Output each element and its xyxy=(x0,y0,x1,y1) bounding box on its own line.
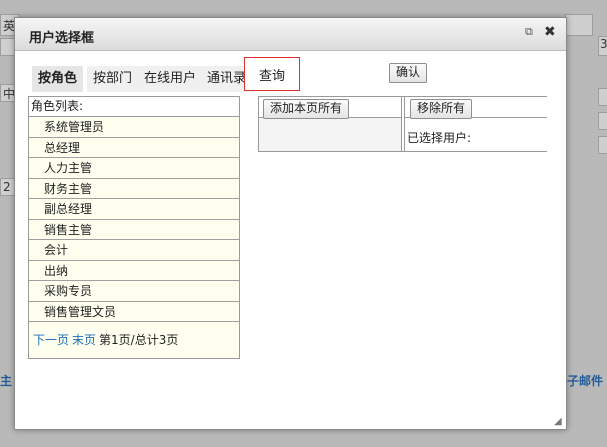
bg-link: 主 xyxy=(0,374,13,388)
tab-by-role[interactable]: 按角色 xyxy=(32,66,84,92)
next-page-link[interactable]: 下一页 xyxy=(33,333,69,347)
role-item[interactable]: 财务主管 xyxy=(29,179,239,199)
tab-query[interactable]: 查询 xyxy=(244,57,301,91)
bg-field xyxy=(598,88,607,106)
selected-users-label: 已选择用户: xyxy=(407,131,472,145)
last-page-link[interactable]: 末页 xyxy=(72,333,96,347)
bg-label: 2 xyxy=(3,180,11,194)
page-info: 第1页/总计3页 xyxy=(99,333,179,347)
role-item[interactable]: 总经理 xyxy=(29,138,239,158)
role-list-panel: 角色列表: 系统管理员 总经理 人力主管 财务主管 副总经理 销售主管 会计 出… xyxy=(28,96,240,359)
bg-field xyxy=(598,136,607,154)
remove-all-button[interactable]: 移除所有 xyxy=(410,99,473,119)
role-item[interactable]: 系统管理员 xyxy=(29,117,239,138)
role-item[interactable]: 销售主管 xyxy=(29,220,239,240)
confirm-button[interactable]: 确认 xyxy=(389,63,428,83)
role-item[interactable]: 副总经理 xyxy=(29,199,239,220)
bg-field xyxy=(565,14,593,36)
role-item[interactable]: 会计 xyxy=(29,240,239,261)
close-icon[interactable]: ✖ xyxy=(544,25,558,39)
dialog-titlebar[interactable]: 用户选择框 ⧉ ✖ xyxy=(15,18,566,51)
dialog-title: 用户选择框 xyxy=(29,31,95,46)
bg-link: 子邮件 xyxy=(567,374,604,388)
role-item[interactable]: 销售管理文员 xyxy=(29,302,239,322)
popout-icon[interactable]: ⧉ xyxy=(525,26,537,38)
resize-handle-icon[interactable]: ◢ xyxy=(554,417,564,427)
pagination: 下一页 末页 第1页/总计3页 xyxy=(33,331,178,348)
role-item[interactable]: 人力主管 xyxy=(29,158,239,179)
role-item[interactable]: 出纳 xyxy=(29,261,239,281)
tab-online-users[interactable]: 在线用户 xyxy=(138,66,203,92)
role-item[interactable]: 采购专员 xyxy=(29,281,239,302)
tab-by-department[interactable]: 按部门 xyxy=(87,66,139,92)
bg-label: 3 xyxy=(600,37,607,51)
add-all-button[interactable]: 添加本页所有 xyxy=(263,99,350,119)
bg-field xyxy=(598,112,607,130)
role-list-header: 角色列表: xyxy=(29,97,239,117)
user-select-dialog: 用户选择框 ⧉ ✖ 按角色 按部门 在线用户 通讯录 查询 确认 角色列表: 系… xyxy=(14,17,567,430)
